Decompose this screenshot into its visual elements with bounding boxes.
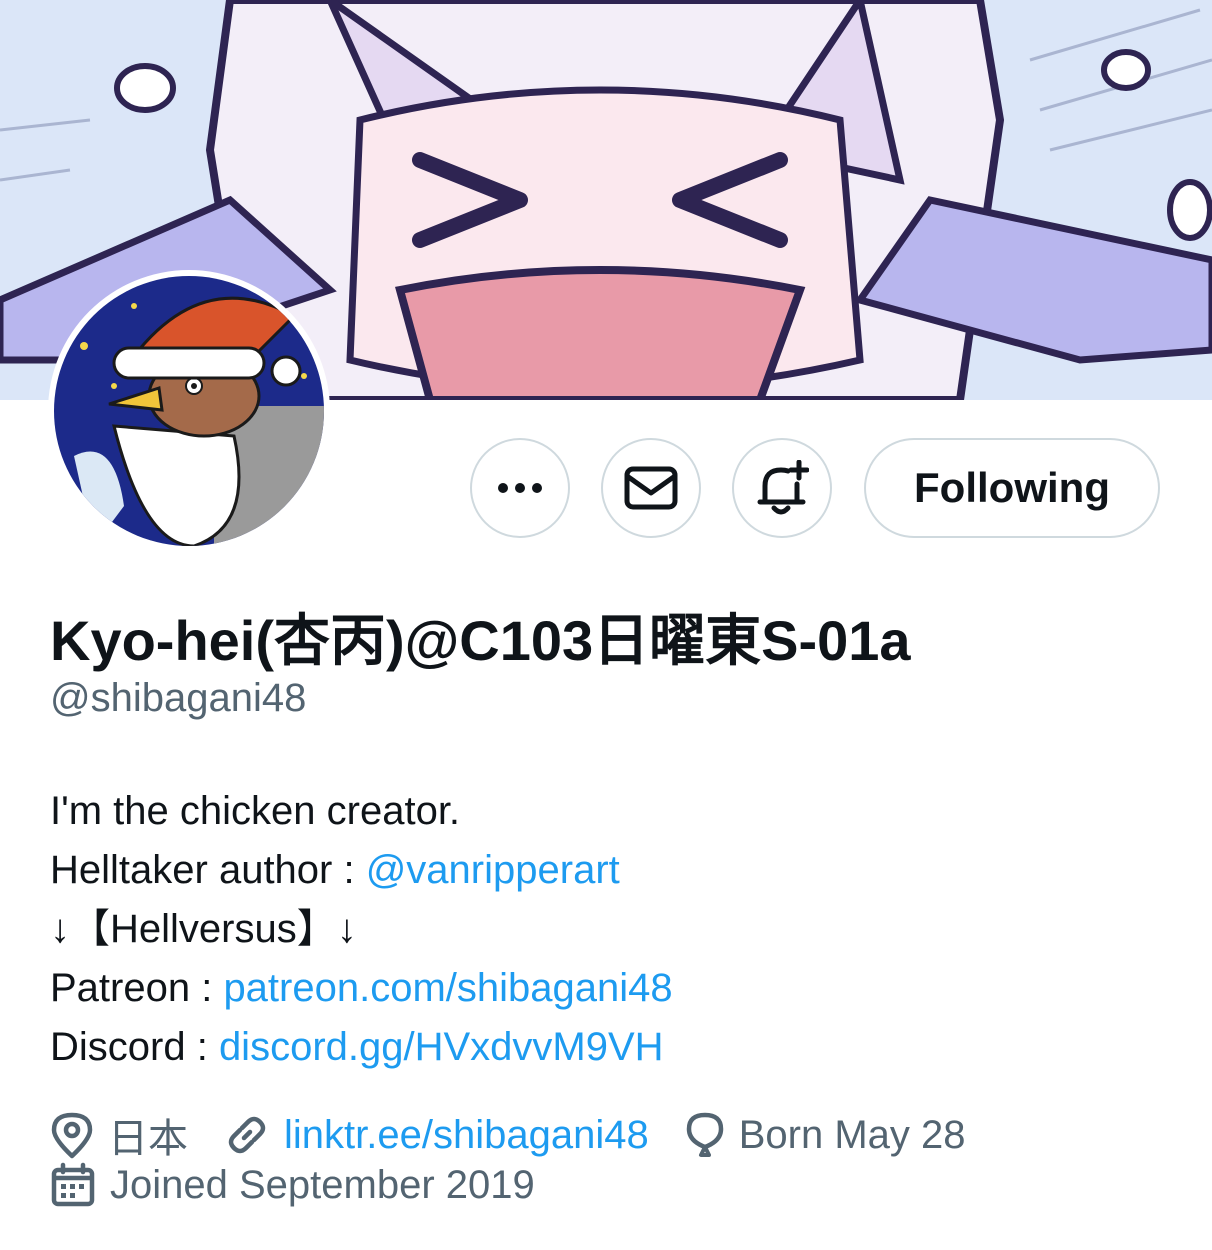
profile-bio: I'm the chicken creator. Helltaker autho…: [50, 782, 673, 1077]
avatar-image: [54, 276, 324, 546]
birthday-text: Born May 28: [738, 1112, 966, 1157]
birthday-item: Born May 28: [685, 1111, 966, 1159]
avatar[interactable]: [48, 270, 330, 552]
bio-line-2-prefix: Helltaker author :: [50, 848, 366, 892]
balloon-icon: [686, 1112, 723, 1157]
notifications-button[interactable]: [732, 438, 832, 538]
location-item: 日本: [50, 1106, 188, 1164]
envelope-icon: [624, 466, 678, 510]
calendar-icon: [51, 1162, 95, 1207]
user-handle: @shibagani48: [50, 676, 307, 720]
mention-link-vanripperart[interactable]: @vanripperart: [366, 848, 620, 892]
bio-line-5-prefix: Discord :: [50, 1025, 219, 1069]
joined-item: Joined September 2019: [50, 1162, 535, 1208]
following-button[interactable]: Following: [864, 438, 1160, 538]
link-icon: [228, 1116, 266, 1154]
bio-line-4: Patreon : patreon.com/shibagani48: [50, 959, 673, 1018]
location-text: 日本: [108, 1117, 188, 1161]
bio-line-3: ↓【Hellversus】↓: [50, 907, 357, 951]
website-link[interactable]: linktr.ee/shibagani48: [284, 1113, 649, 1158]
following-button-label: Following: [914, 464, 1110, 511]
location-pin-icon: [51, 1112, 93, 1159]
patreon-link[interactable]: patreon.com/shibagani48: [223, 966, 672, 1010]
message-button[interactable]: [601, 438, 701, 538]
bio-line-4-prefix: Patreon :: [50, 966, 224, 1010]
bio-line-1: I'm the chicken creator.: [50, 789, 461, 833]
profile-meta-row: 日本 linktr.ee/shibagani48 Born May 28: [50, 1106, 1002, 1164]
bio-line-5: Discord : discord.gg/HVxdvvM9VH: [50, 1018, 673, 1077]
more-dots-icon: [498, 483, 542, 493]
bell-plus-icon: [757, 460, 809, 515]
website-item[interactable]: linktr.ee/shibagani48: [224, 1112, 649, 1158]
display-name: Kyo-hei(杏丙)@C103日曜東S-01a: [50, 609, 911, 672]
bio-line-2: Helltaker author : @vanripperart: [50, 841, 673, 900]
profile-joined-row: Joined September 2019: [50, 1162, 571, 1208]
joined-text: Joined September 2019: [110, 1162, 535, 1207]
discord-link[interactable]: discord.gg/HVxdvvM9VH: [219, 1025, 664, 1069]
more-button[interactable]: [470, 438, 570, 538]
